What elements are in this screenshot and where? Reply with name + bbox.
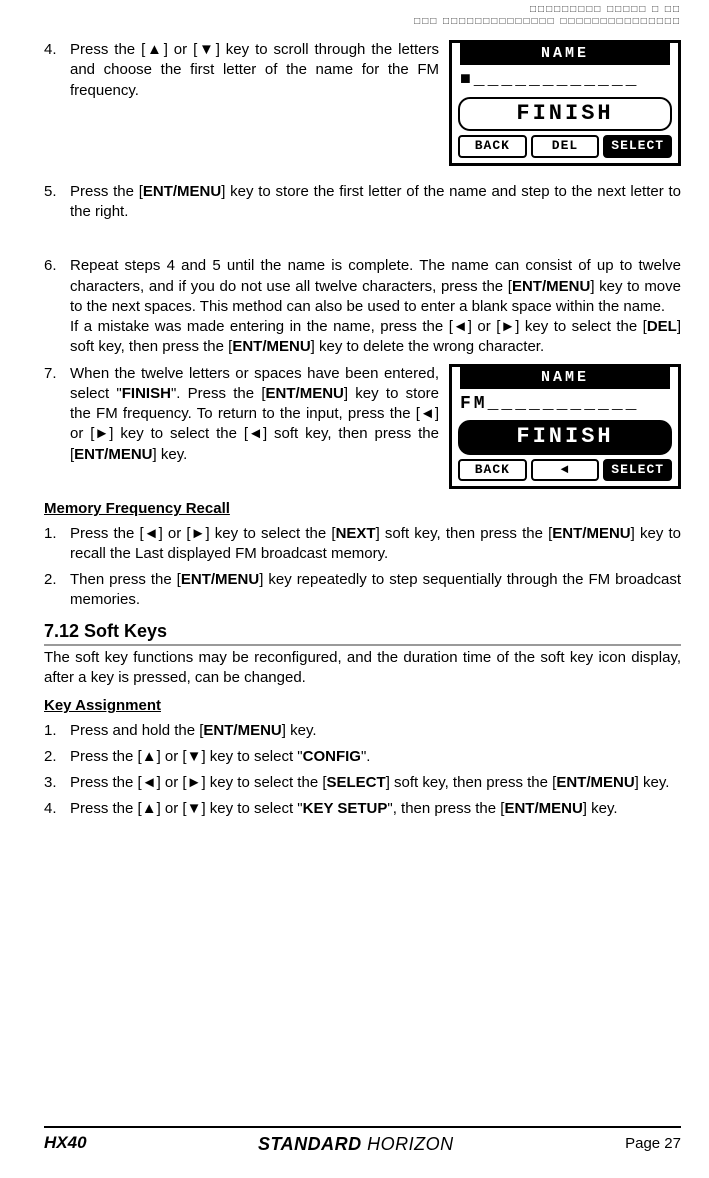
- left-arrow-icon: ◄: [420, 405, 435, 422]
- left-arrow-icon: ◄: [144, 525, 159, 542]
- step-number: 7.: [44, 364, 70, 494]
- step-number: 1.: [44, 524, 70, 565]
- lcd-screenshot-2: NAME FM___________ FINISH BACK ◄ SELECT: [449, 364, 681, 490]
- lcd-softkey-left: ◄: [531, 459, 600, 482]
- lcd-softkey-back: BACK: [458, 459, 527, 482]
- step-number: 2.: [44, 570, 70, 611]
- left-arrow-icon: ◄: [142, 774, 157, 791]
- ka-step-3: 3. Press the [◄] or [►] key to select th…: [44, 773, 681, 793]
- step-body: Press the [◄] or [►] key to select the […: [70, 773, 681, 793]
- key-assignment-heading: Key Assignment: [44, 696, 681, 716]
- ka-step-2: 2. Press the [▲] or [▼] key to select "C…: [44, 747, 681, 767]
- step-number: 4.: [44, 40, 70, 170]
- lcd-softkey-select: SELECT: [603, 459, 672, 482]
- down-arrow-icon: ▼: [187, 748, 202, 765]
- left-tri-icon: ◄: [248, 425, 263, 442]
- page-footer: HX40 STANDARD HORIZON Page 27: [44, 1126, 681, 1156]
- step-6: 6. Repeat steps 4 and 5 until the name i…: [44, 256, 681, 357]
- up-arrow-icon: ▲: [145, 41, 163, 58]
- step-body: Then press the [ENT/MENU] key repeatedly…: [70, 570, 681, 611]
- model-label: HX40: [44, 1132, 87, 1155]
- step-body: Press and hold the [ENT/MENU] key.: [70, 721, 681, 741]
- step-5: 5. Press the [ENT/MENU] key to store the…: [44, 182, 681, 223]
- step-7: 7. NAME FM___________ FINISH BACK ◄ SELE…: [44, 364, 681, 494]
- step-body: Press the [ENT/MENU] key to store the fi…: [70, 182, 681, 223]
- step-number: 4.: [44, 799, 70, 819]
- mem-step-2: 2. Then press the [ENT/MENU] key repeate…: [44, 570, 681, 611]
- lcd-title: NAME: [460, 43, 670, 65]
- down-arrow-icon: ▼: [187, 800, 202, 817]
- step-body: NAME ■____________ FINISH BACK DEL SELEC…: [70, 40, 681, 170]
- lcd-title: NAME: [460, 367, 670, 389]
- step-4: 4. NAME ■____________ FINISH BACK DEL SE…: [44, 40, 681, 170]
- memory-recall-heading: Memory Frequency Recall: [44, 499, 681, 519]
- step-body: Press the [▲] or [▼] key to select "KEY …: [70, 799, 681, 819]
- step-number: 2.: [44, 747, 70, 767]
- step-body: Press the [▲] or [▼] key to select "CONF…: [70, 747, 681, 767]
- lcd-softkey-select: SELECT: [603, 135, 672, 158]
- step-body: Press the [◄] or [►] key to select the […: [70, 524, 681, 565]
- right-arrow-icon: ►: [94, 425, 109, 442]
- lcd-softkey-del: DEL: [531, 135, 600, 158]
- step-number: 3.: [44, 773, 70, 793]
- key-assignment-list: 1. Press and hold the [ENT/MENU] key. 2.…: [44, 721, 681, 820]
- step-number: 5.: [44, 182, 70, 223]
- down-arrow-icon: ▼: [197, 41, 215, 58]
- section-7-12-intro: The soft key functions may be reconfigur…: [44, 648, 681, 689]
- up-arrow-icon: ▲: [142, 800, 157, 817]
- right-arrow-icon: ►: [500, 318, 515, 335]
- section-7-12-heading: 7.12 Soft Keys: [44, 619, 681, 646]
- ka-step-1: 1. Press and hold the [ENT/MENU] key.: [44, 721, 681, 741]
- step-number: 6.: [44, 256, 70, 357]
- lcd-name-field: FM___________: [452, 389, 678, 416]
- lcd-softkey-back: BACK: [458, 135, 527, 158]
- right-arrow-icon: ►: [187, 774, 202, 791]
- memory-recall-list: 1. Press the [◄] or [►] key to select th…: [44, 524, 681, 611]
- step-number: 1.: [44, 721, 70, 741]
- step-body: NAME FM___________ FINISH BACK ◄ SELECT …: [70, 364, 681, 494]
- mem-step-1: 1. Press the [◄] or [►] key to select th…: [44, 524, 681, 565]
- step-body: Repeat steps 4 and 5 until the name is c…: [70, 256, 681, 357]
- brand-logo: STANDARD HORIZON: [258, 1132, 454, 1156]
- crop-marks: □□□□□□□□□ □□□□□ □ □□ □□□ □□□□□□□□□□□□□□ …: [414, 4, 681, 28]
- left-arrow-icon: ◄: [453, 318, 468, 335]
- lcd-name-field: ■____________: [452, 65, 678, 92]
- right-arrow-icon: ►: [191, 525, 206, 542]
- lcd-screenshot-1: NAME ■____________ FINISH BACK DEL SELEC…: [449, 40, 681, 166]
- ka-step-4: 4. Press the [▲] or [▼] key to select "K…: [44, 799, 681, 819]
- instruction-list: 4. NAME ■____________ FINISH BACK DEL SE…: [44, 40, 681, 493]
- lcd-finish-button: FINISH: [458, 97, 672, 132]
- lcd-finish-button: FINISH: [458, 420, 672, 455]
- page-number: Page 27: [625, 1134, 681, 1154]
- up-arrow-icon: ▲: [142, 748, 157, 765]
